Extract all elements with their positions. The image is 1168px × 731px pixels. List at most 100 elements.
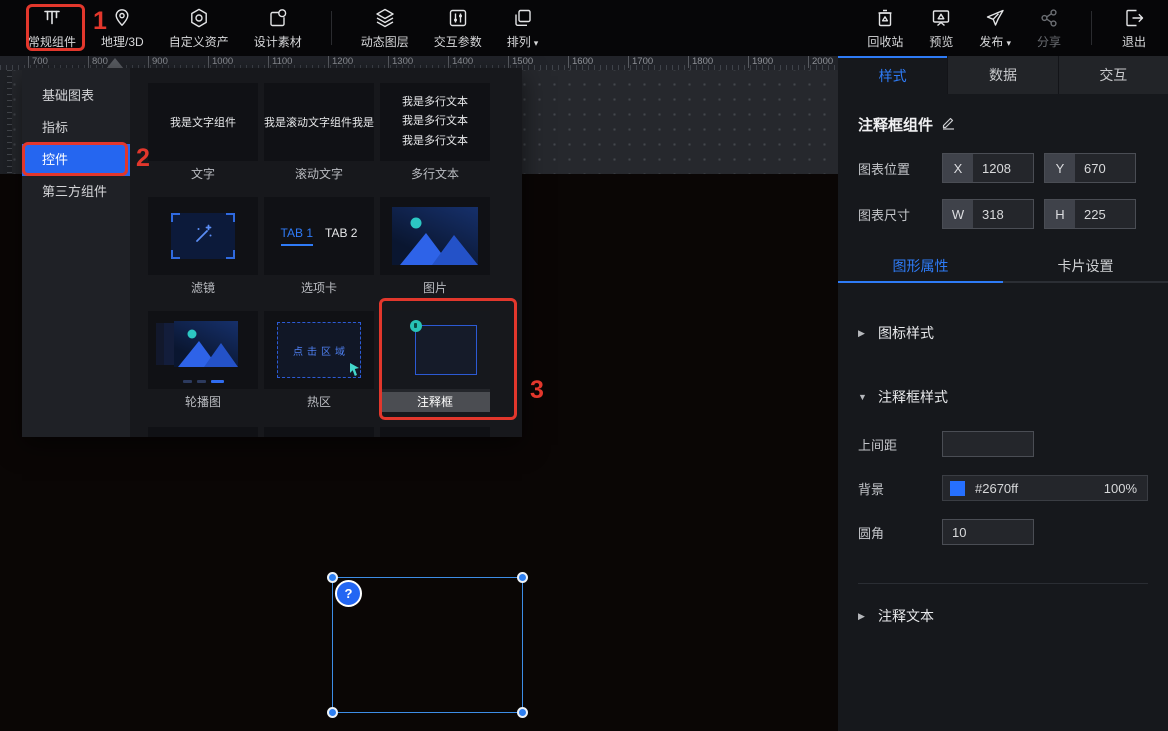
tab-interaction[interactable]: 交互 bbox=[1058, 56, 1168, 94]
corner-radius-input[interactable]: 10 bbox=[942, 519, 1034, 545]
component-title: 注释框组件 bbox=[858, 114, 933, 135]
note-box-preview bbox=[380, 311, 490, 389]
background-color-picker[interactable]: #2670ff 100% bbox=[942, 475, 1148, 501]
section-note-text[interactable]: ▶ 注释文本 bbox=[858, 606, 1148, 626]
edit-pencil-icon[interactable] bbox=[941, 115, 956, 135]
share-nodes-icon bbox=[1038, 7, 1060, 29]
image-preview bbox=[380, 197, 490, 275]
ruler-tick-label: 1200 bbox=[328, 56, 353, 68]
tab-style[interactable]: 样式 bbox=[838, 56, 947, 94]
toolbar-item-exit[interactable]: 退出 bbox=[1122, 7, 1146, 50]
component-tile-filter[interactable]: 滤镜 bbox=[148, 197, 258, 296]
text-component-preview: 我是文字组件 bbox=[148, 83, 258, 161]
toolbar-item-label: 设计素材 bbox=[254, 33, 302, 50]
section-divider bbox=[858, 583, 1148, 584]
design-asset-icon bbox=[267, 7, 289, 29]
size-w-input-group: W 318 bbox=[942, 199, 1034, 229]
subtab-graphic-properties[interactable]: 图形属性 bbox=[838, 251, 1003, 283]
resize-handle-bottom-right[interactable] bbox=[517, 707, 528, 718]
ruler-tick-label: 1600 bbox=[568, 56, 593, 68]
position-label: 图表位置 bbox=[858, 159, 942, 178]
component-tile-hotzone[interactable]: 点击区域 热区 bbox=[264, 311, 374, 412]
component-tile-multiline-text[interactable]: 我是多行文本 我是多行文本 我是多行文本 多行文本 bbox=[380, 83, 490, 182]
resize-handle-bottom-left[interactable] bbox=[327, 707, 338, 718]
component-tile-partial[interactable] bbox=[380, 427, 490, 437]
paper-plane-icon bbox=[984, 7, 1006, 29]
exit-icon bbox=[1123, 7, 1145, 29]
toolbar-item-common-components[interactable]: 常规组件 bbox=[28, 7, 76, 50]
toolbar-item-label: 常规组件 bbox=[28, 33, 76, 50]
vertical-ruler bbox=[0, 70, 12, 174]
toolbar-item-preview[interactable]: 预览 bbox=[929, 7, 953, 50]
ruler-tick-label: 1100 bbox=[268, 56, 292, 68]
x-value-input[interactable]: 1208 bbox=[973, 154, 1033, 182]
chevron-down-icon: ▼ bbox=[858, 392, 868, 402]
toolbar-item-custom-assets[interactable]: 自定义资产 bbox=[169, 7, 229, 50]
tabs-preview: TAB 1 TAB 2 bbox=[264, 197, 374, 275]
color-opacity-value[interactable]: 100% bbox=[1104, 481, 1137, 496]
toolbar-separator bbox=[1091, 11, 1092, 45]
datav-editor: ? 70080090010001100120013001400150016001… bbox=[0, 0, 1168, 731]
component-tile-image[interactable]: 图片 bbox=[380, 197, 490, 296]
toolbar-item-geo-3d[interactable]: 地理/3D bbox=[101, 7, 144, 50]
section-note-box-style[interactable]: ▼ 注释框样式 bbox=[858, 387, 1148, 407]
toolbar-item-label: 排列▾ bbox=[507, 33, 539, 50]
component-tile-tabs[interactable]: TAB 1 TAB 2 选项卡 bbox=[264, 197, 374, 296]
size-h-input-group: H 225 bbox=[1044, 199, 1136, 229]
ruler-tick-label: 1500 bbox=[508, 56, 533, 68]
inspector-subtab-bar: 图形属性 卡片设置 bbox=[838, 251, 1168, 283]
component-tile-scrolling-text[interactable]: 我是滚动文字组件我是 滚动文字 bbox=[264, 83, 374, 182]
selected-note-box-component[interactable]: ? bbox=[332, 577, 523, 713]
subtab-card-settings[interactable]: 卡片设置 bbox=[1003, 251, 1168, 283]
background-label: 背景 bbox=[858, 479, 942, 498]
scrolling-text-preview: 我是滚动文字组件我是 bbox=[264, 83, 374, 161]
toolbar-item-interaction-params[interactable]: 交互参数 bbox=[434, 7, 482, 50]
ruler-tick-label: 800 bbox=[88, 56, 108, 68]
bar-chart-icon bbox=[41, 7, 63, 29]
component-tile-carousel[interactable]: 轮播图 bbox=[148, 311, 258, 412]
category-basic-charts[interactable]: 基础图表 bbox=[22, 80, 130, 112]
toolbar-item-share[interactable]: 分享 bbox=[1037, 7, 1061, 50]
color-hex-value[interactable]: #2670ff bbox=[975, 481, 1104, 496]
color-swatch[interactable] bbox=[950, 481, 965, 496]
section-icon-style[interactable]: ▶ 图标样式 bbox=[858, 323, 1148, 343]
toolbar-item-label: 预览 bbox=[929, 33, 953, 50]
chevron-right-icon: ▶ bbox=[858, 611, 868, 622]
category-indicators[interactable]: 指标 bbox=[22, 112, 130, 144]
tab-data[interactable]: 数据 bbox=[947, 56, 1057, 94]
ruler-tick-label: 700 bbox=[28, 56, 48, 68]
y-prefix: Y bbox=[1045, 154, 1075, 182]
position-x-input-group: X 1208 bbox=[942, 153, 1034, 183]
preview-screen-icon bbox=[930, 7, 952, 29]
component-tile-partial[interactable] bbox=[148, 427, 258, 437]
layers-icon bbox=[374, 7, 396, 29]
toolbar-item-label: 地理/3D bbox=[101, 33, 144, 50]
category-controls[interactable]: 控件 bbox=[22, 144, 130, 176]
component-tile-partial[interactable] bbox=[264, 427, 374, 437]
toolbar-item-recycle-bin[interactable]: 回收站 bbox=[867, 7, 903, 50]
component-picker-panel: 基础图表 指标 控件 第三方组件 我是文字组件 文字 我是滚动文字组件我是 滚动… bbox=[22, 68, 522, 437]
toolbar-item-publish[interactable]: 发布▾ bbox=[979, 7, 1011, 50]
toolbar-item-label: 交互参数 bbox=[434, 33, 482, 50]
corner-radius-label: 圆角 bbox=[858, 523, 942, 542]
mountains-image-icon bbox=[174, 321, 238, 367]
y-value-input[interactable]: 670 bbox=[1075, 154, 1135, 182]
toolbar-item-label: 自定义资产 bbox=[169, 33, 229, 50]
ruler-tick-label: 2000 bbox=[808, 56, 833, 68]
ruler-tick-label: 1800 bbox=[688, 56, 713, 68]
note-box-help-badge[interactable]: ? bbox=[335, 580, 362, 607]
toolbar-item-label: 回收站 bbox=[867, 33, 903, 50]
resize-handle-top-left[interactable] bbox=[327, 572, 338, 583]
w-value-input[interactable]: 318 bbox=[973, 200, 1033, 228]
toolbar-left-group: 常规组件 地理/3D 自定义资产 设计素材 动态图层 交互参数 bbox=[0, 0, 538, 56]
top-margin-input[interactable] bbox=[942, 431, 1034, 457]
resize-handle-top-right[interactable] bbox=[517, 572, 528, 583]
toolbar-item-arrange[interactable]: 排列▾ bbox=[507, 7, 539, 50]
toolbar-item-design-materials[interactable]: 设计素材 bbox=[254, 7, 302, 50]
toolbar-item-dynamic-layers[interactable]: 动态图层 bbox=[361, 7, 409, 50]
component-tile-text[interactable]: 我是文字组件 文字 bbox=[148, 83, 258, 182]
h-value-input[interactable]: 225 bbox=[1075, 200, 1135, 228]
multiline-text-preview: 我是多行文本 我是多行文本 我是多行文本 bbox=[380, 83, 490, 161]
component-tile-note-box[interactable]: 注释框 bbox=[380, 311, 490, 412]
category-third-party[interactable]: 第三方组件 bbox=[22, 176, 130, 208]
